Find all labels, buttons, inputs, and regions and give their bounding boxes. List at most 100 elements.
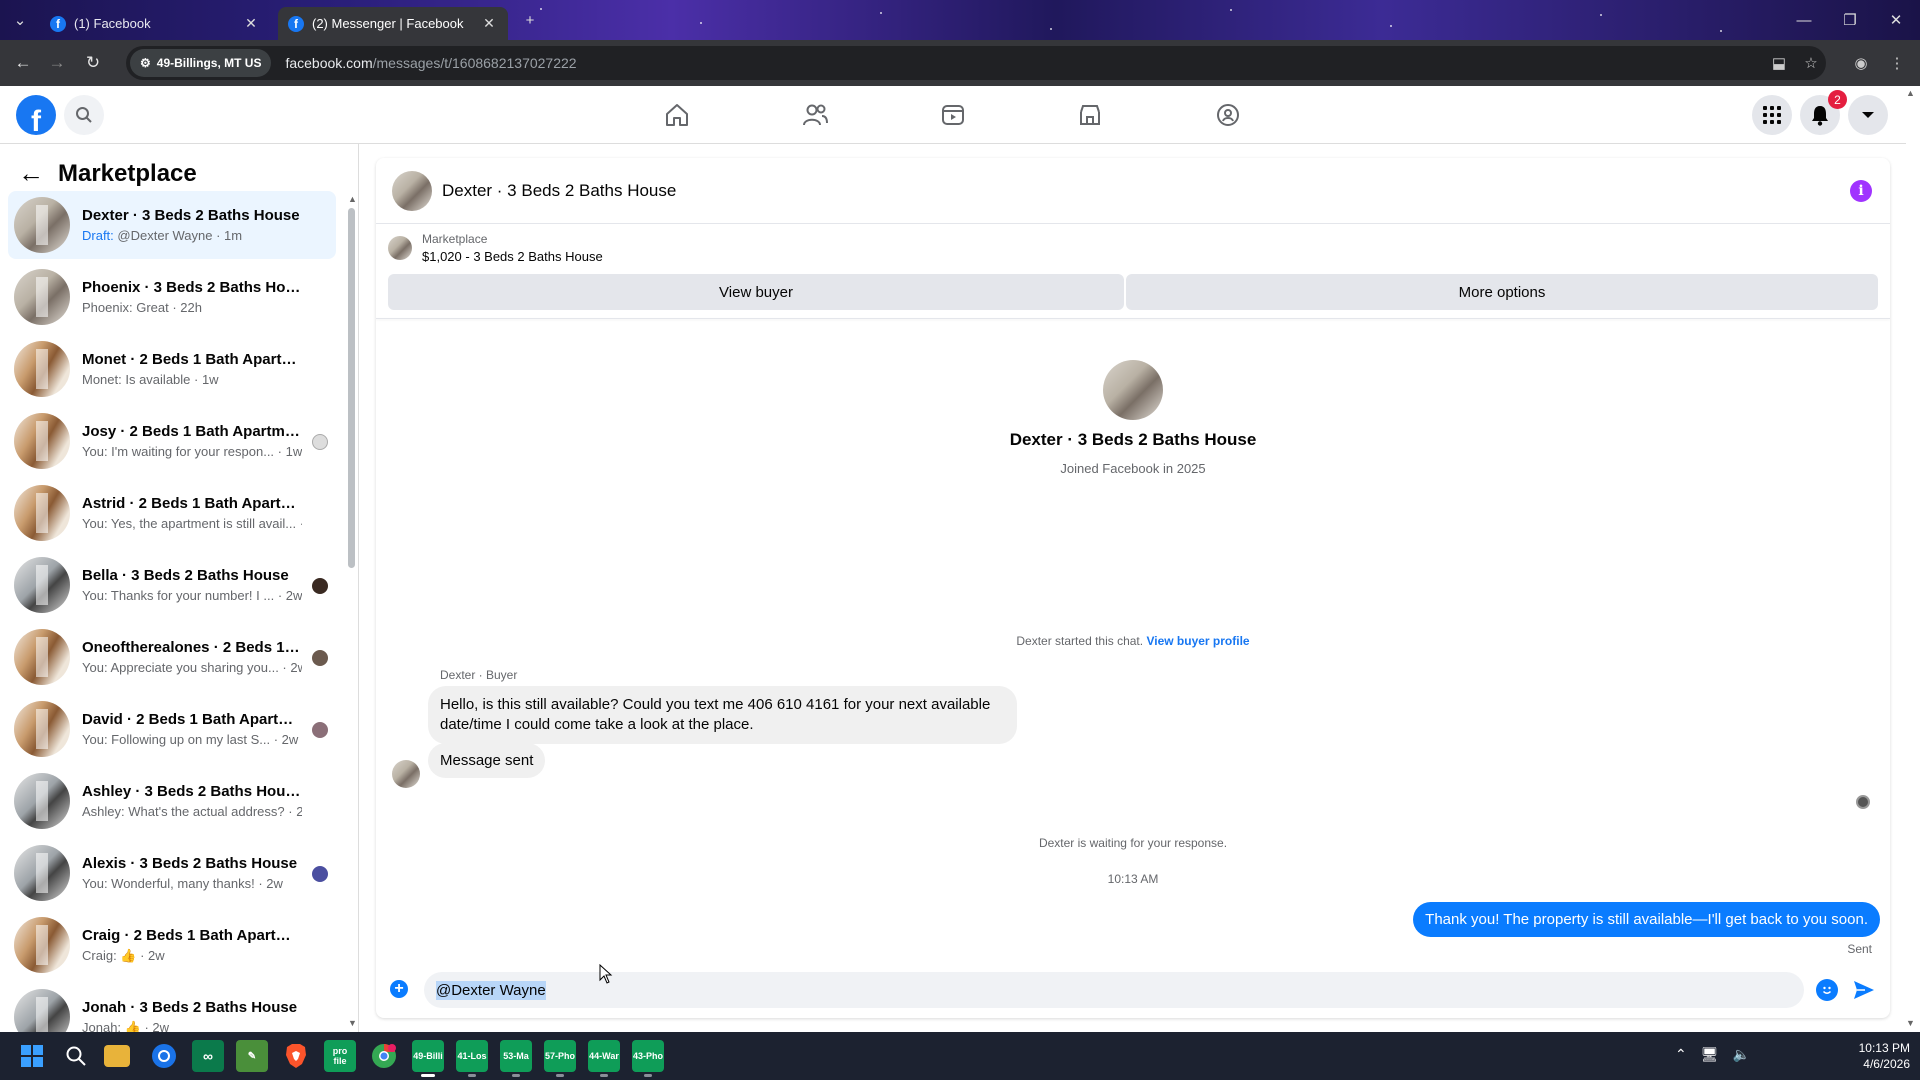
conversation-item[interactable]: Ashley · 3 Beds 2 Baths House Ashley: Wh…	[8, 767, 336, 835]
conversation-item[interactable]: Josy · 2 Beds 1 Bath Apartment You: I'm …	[8, 407, 336, 475]
conversation-item[interactable]: Dexter · 3 Beds 2 Baths House Draft: @De…	[8, 191, 336, 259]
conversation-preview: You: Thanks for your number! I ... · 2w	[82, 588, 302, 603]
install-app-icon[interactable]: ⬓	[1768, 52, 1790, 74]
tab-search-icon[interactable]: ⌄	[0, 6, 40, 34]
buyer-joined-text: Joined Facebook in 2025	[1060, 461, 1206, 476]
system-tray: ⌃ 🖥 🔈	[1675, 1046, 1750, 1063]
sidebar-scrollbar-thumb[interactable]	[348, 208, 355, 568]
conversation-name: Phoenix · 3 Beds 2 Baths House	[82, 279, 302, 296]
listing-thumbnail	[14, 773, 70, 829]
notepad-icon[interactable]: ✎	[236, 1040, 268, 1072]
info-icon[interactable]: i	[1850, 180, 1872, 202]
conversation-item[interactable]: Jonah · 3 Beds 2 Baths House Jonah: 👍 · …	[8, 983, 336, 1032]
conversation-item[interactable]: Monet · 2 Beds 1 Bath Apartment Monet: I…	[8, 335, 336, 403]
groups-nav-button[interactable]	[1212, 99, 1244, 131]
search-icon[interactable]	[60, 1040, 92, 1072]
page-scroll-up-arrow[interactable]: ▲	[1906, 88, 1915, 98]
sender-avatar	[392, 760, 420, 788]
plus-icon[interactable]: +	[390, 980, 408, 998]
restore-icon[interactable]: ❐	[1830, 6, 1870, 34]
buyer-profile-avatar[interactable]	[1103, 360, 1163, 420]
conversation-name: Jonah · 3 Beds 2 Baths House	[82, 998, 298, 1016]
conversation-item[interactable]: Craig · 2 Beds 1 Bath Apartment Craig: 👍…	[8, 911, 336, 979]
minimize-icon[interactable]: —	[1784, 6, 1824, 34]
sheets-window-icon[interactable]: 41-Los	[456, 1040, 488, 1077]
sheets-window-icon[interactable]: 43-Pho	[632, 1040, 664, 1077]
bookmark-star-icon[interactable]: ☆	[1800, 52, 1822, 74]
background-star	[1050, 28, 1052, 30]
page-scroll-down-arrow[interactable]: ▼	[1906, 1018, 1915, 1028]
conversation-item[interactable]: Alexis · 3 Beds 2 Baths House You: Wonde…	[8, 839, 336, 907]
location-chip[interactable]: ⚙ 49-Billings, MT US	[130, 49, 272, 77]
taskbar-clock[interactable]: 10:13 PM 4/6/2026	[1820, 1040, 1910, 1072]
account-button[interactable]	[1848, 95, 1888, 135]
sidebar-scroll-up-arrow[interactable]: ▲	[348, 194, 357, 204]
sheets-window-icon[interactable]: 49-Billi	[412, 1040, 444, 1077]
url-path: /messages/t/1608682137027222	[372, 55, 577, 71]
listing-summary[interactable]: Marketplace $1,020 - 3 Beds 2 Baths Hous…	[388, 232, 603, 264]
close-window-icon[interactable]: ✕	[1876, 6, 1916, 34]
sheets-window-icon[interactable]: 44-War	[588, 1040, 620, 1077]
close-tab-icon[interactable]: ✕	[242, 15, 260, 32]
more-options-button[interactable]: More options	[1126, 274, 1878, 310]
home-nav-button[interactable]	[661, 99, 693, 131]
sidebar-title: Marketplace	[58, 159, 197, 187]
video-nav-button[interactable]	[937, 99, 969, 131]
chat-title[interactable]: Dexter · 3 Beds 2 Baths House	[442, 181, 676, 201]
chrome-profile-icon[interactable]	[368, 1040, 400, 1072]
browser-tab-messenger[interactable]: f (2) Messenger | Facebook ✕	[278, 7, 508, 40]
chat-header: Dexter · 3 Beds 2 Baths House i	[376, 158, 1890, 224]
conversation-item[interactable]: Phoenix · 3 Beds 2 Baths House Phoenix: …	[8, 263, 336, 331]
menu-button[interactable]	[1752, 95, 1792, 135]
friends-nav-button[interactable]	[799, 99, 831, 131]
sheets-window-icon[interactable]: 57-Pho	[544, 1040, 576, 1077]
view-buyer-profile-link[interactable]: View buyer profile	[1146, 634, 1249, 648]
marketplace-conversation-list: ← Marketplace Dexter · 3 Beds 2 Baths Ho…	[0, 144, 359, 1032]
reload-icon[interactable]: ↻	[80, 50, 106, 76]
close-tab-icon[interactable]: ✕	[480, 15, 498, 32]
profile-icon[interactable]: ◉	[1850, 52, 1872, 74]
forward-icon[interactable]: →	[44, 50, 70, 76]
tab-title: (1) Facebook	[74, 16, 151, 31]
send-button[interactable]	[1852, 978, 1876, 1002]
back-arrow-icon[interactable]: ←	[18, 158, 44, 189]
outgoing-message-bubble[interactable]: Thank you! The property is still availab…	[1413, 902, 1880, 937]
message-input[interactable]: @Dexter Wayne	[424, 972, 1804, 1008]
sender-label: Dexter · Buyer	[440, 668, 518, 682]
browser-tab-facebook[interactable]: f (1) Facebook ✕	[40, 7, 270, 40]
windows-start-icon[interactable]	[16, 1040, 48, 1072]
marketplace-nav-button[interactable]	[1074, 99, 1106, 131]
conversation-item[interactable]: Bella · 3 Beds 2 Baths House You: Thanks…	[8, 551, 336, 619]
mention-token: @Dexter Wayne	[436, 980, 546, 1000]
sidebar-scroll-down-arrow[interactable]: ▼	[348, 1018, 357, 1028]
sheets-window-icon[interactable]: 53-Ma	[500, 1040, 532, 1077]
volume-icon[interactable]: 🔈	[1733, 1046, 1750, 1063]
browser-menu-icon[interactable]: ⋮	[1886, 52, 1908, 74]
search-button[interactable]	[64, 95, 104, 135]
conversation-preview: Monet: Is available · 1w	[82, 372, 219, 387]
conversation-item[interactable]: Astrid · 2 Beds 1 Bath Apartment You: Ye…	[8, 479, 336, 547]
conversation-item[interactable]: Oneoftherealones · 2 Beds 1 B... You: Ap…	[8, 623, 336, 691]
brave-icon[interactable]	[280, 1040, 312, 1072]
network-icon[interactable]: 🖥	[1701, 1046, 1719, 1063]
back-icon[interactable]: ←	[10, 50, 36, 76]
chat-header-avatar[interactable]	[392, 170, 432, 211]
app-icon[interactable]: ∞	[192, 1040, 224, 1072]
seen-avatar	[312, 866, 328, 882]
new-tab-icon[interactable]: +	[510, 6, 550, 34]
view-buyer-button[interactable]: View buyer	[388, 274, 1124, 310]
conversation-name: Alexis · 3 Beds 2 Baths House	[82, 855, 298, 872]
emoji-button[interactable]	[1816, 979, 1838, 1001]
app-icon[interactable]: pro file	[324, 1040, 356, 1072]
conversation-item[interactable]: David · 2 Beds 1 Bath Apartm... You: Fol…	[8, 695, 336, 763]
file-explorer-icon[interactable]	[104, 1045, 130, 1067]
url-text[interactable]: facebook.com/messages/t/1608682137027222	[285, 55, 576, 71]
chevron-up-icon[interactable]: ⌃	[1675, 1046, 1687, 1063]
auto-message-bubble[interactable]: Message sent	[428, 743, 546, 778]
omnibox[interactable]: ⚙ 49-Billings, MT US facebook.com/messag…	[126, 46, 1826, 80]
chrome-icon[interactable]	[148, 1040, 180, 1072]
facebook-logo[interactable]: f	[16, 95, 56, 135]
seen-avatar	[312, 578, 328, 594]
chevron-down-icon	[1862, 112, 1874, 118]
incoming-message-bubble[interactable]: Hello, is this still available? Could yo…	[428, 686, 1017, 744]
